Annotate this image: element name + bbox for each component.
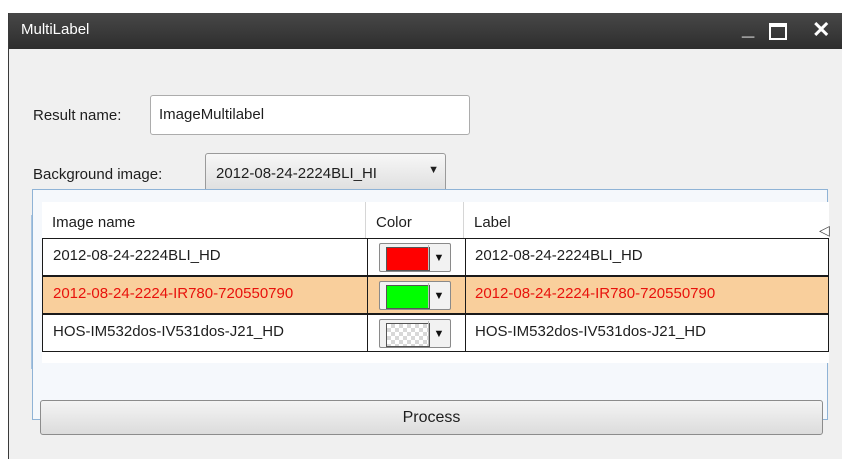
table-row[interactable]: 2012-08-24-2224-IR780-720550790 ▼ 2012-0… [42,276,829,314]
cell-divider [465,239,466,275]
color-swatch [386,247,430,271]
result-name-label: Result name: [33,107,122,124]
label-text: 2012-08-24-2224-IR780-720550790 [475,285,716,302]
chevron-down-icon: ▼ [428,164,439,176]
column-header-label: Color [376,214,412,231]
column-header-image-name[interactable]: Image name [42,202,366,238]
color-picker[interactable]: ▼ [379,281,451,310]
grid-body: Image name Color Label 2012-08-24-2224BL… [42,202,829,363]
color-swatch [386,285,430,309]
column-header-label-col[interactable]: Label [464,202,829,238]
minimize-icon[interactable]: _ [742,15,754,41]
cell-divider [367,315,368,351]
chevron-down-icon[interactable]: ▼ [428,245,449,270]
image-name-text: HOS-IM532dos-IV531dos-J21_HD [53,323,284,340]
color-picker[interactable]: ▼ [379,243,451,272]
label-cell[interactable]: 2012-08-24-2224BLI_HD [469,239,829,275]
image-name-cell: 2012-08-24-2224-IR780-720550790 [47,277,365,313]
image-grid: Image name Color Label 2012-08-24-2224BL… [31,189,829,420]
color-picker[interactable]: ▼ [379,319,451,348]
cell-divider [465,315,466,351]
close-icon[interactable]: ✕ [812,17,830,43]
row-indicator [31,215,38,369]
multilabel-window: MultiLabel _ ✕ Result name: ImageMultila… [8,13,842,459]
image-name-cell: HOS-IM532dos-IV531dos-J21_HD [47,315,365,351]
chevron-left-icon: ◁ [819,222,830,238]
chevron-down-icon[interactable]: ▼ [428,321,449,346]
background-image-select[interactable]: 2012-08-24-2224BLI_HI ▼ [205,153,446,193]
background-image-label: Background image: [33,166,163,183]
cell-divider [465,277,466,313]
label-text: 2012-08-24-2224BLI_HD [475,247,643,264]
background-image-value: 2012-08-24-2224BLI_HI [216,165,377,182]
column-header-color[interactable]: Color [366,202,464,238]
table-row[interactable]: 2012-08-24-2224BLI_HD ▼ 2012-08-24-2224B… [42,238,829,276]
label-cell[interactable]: HOS-IM532dos-IV531dos-J21_HD [469,315,829,351]
maximize-icon[interactable] [769,23,787,40]
title-bar[interactable]: MultiLabel _ ✕ [9,13,842,49]
chevron-down-icon[interactable]: ▼ [428,283,449,308]
image-name-text: 2012-08-24-2224-IR780-720550790 [53,285,294,302]
result-name-input[interactable]: ImageMultilabel [150,95,470,135]
image-name-text: 2012-08-24-2224BLI_HD [53,247,221,264]
image-name-cell: 2012-08-24-2224BLI_HD [47,239,365,275]
column-header-label: Label [474,214,511,231]
cell-divider [367,239,368,275]
cell-divider [367,277,368,313]
table-row[interactable]: HOS-IM532dos-IV531dos-J21_HD ▼ HOS-IM532… [42,314,829,352]
label-text: HOS-IM532dos-IV531dos-J21_HD [475,323,706,340]
window-title: MultiLabel [21,21,90,38]
column-header-label: Image name [52,214,136,231]
process-button[interactable]: Process [40,400,823,435]
label-cell[interactable]: 2012-08-24-2224-IR780-720550790 [469,277,829,313]
color-swatch [386,323,430,347]
